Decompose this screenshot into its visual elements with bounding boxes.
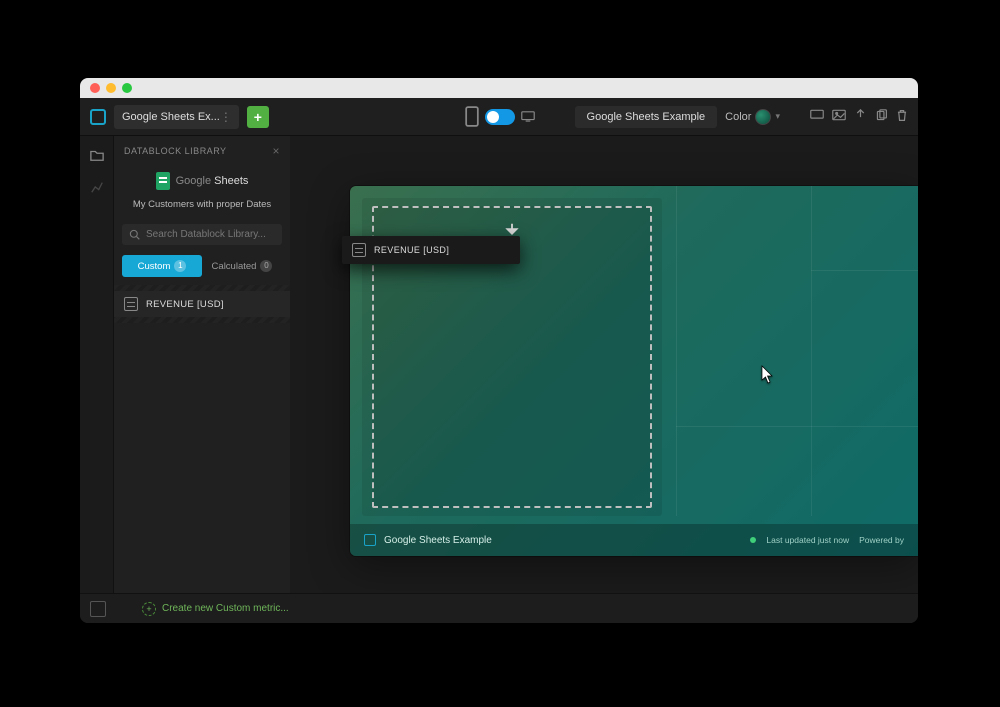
tab-custom[interactable]: Custom 1 [122, 255, 202, 277]
google-sheets-icon [156, 172, 170, 190]
last-updated-label: Last updated just now [766, 535, 849, 545]
color-swatch-icon [755, 109, 771, 125]
dashboard-footer: Google Sheets Example Last updated just … [350, 524, 918, 556]
app-body: DATABLOCK LIBRARY × Google Sheets My Cus… [80, 136, 918, 623]
source-logo: Google Sheets [156, 172, 249, 190]
footer-logo-icon [364, 534, 376, 546]
screen-icon[interactable] [810, 109, 824, 124]
tab-calculated[interactable]: Calculated 0 [202, 255, 282, 277]
mac-minimize-dot[interactable] [106, 83, 116, 93]
color-control[interactable]: Color ▾ [725, 109, 780, 125]
table-icon [124, 297, 138, 311]
panel-close-button[interactable]: × [272, 144, 280, 158]
app-toolbar: Google Sheets Ex... ⋮ + Google Sheets Ex… [80, 98, 918, 136]
create-custom-metric-label: Create new Custom metric... [162, 603, 289, 614]
source-subtitle: My Customers with proper Dates [124, 199, 280, 210]
share-icon[interactable] [854, 109, 867, 125]
device-toggle[interactable] [485, 109, 515, 125]
source-name: Google Sheets [176, 175, 249, 187]
bottom-bar: + Create new Custom metric... [80, 593, 918, 623]
tab-menu-icon[interactable]: ⋮ [220, 110, 231, 124]
powered-by-label: Powered by [859, 535, 904, 545]
metric-item-revenue[interactable]: REVENUE [USD] [114, 291, 290, 317]
mac-close-dot[interactable] [90, 83, 100, 93]
app-logo-icon[interactable] [90, 109, 106, 125]
tab-custom-label: Custom [138, 261, 171, 272]
tab-custom-count: 1 [174, 260, 186, 272]
mac-titlebar [80, 78, 918, 98]
panel-header: DATABLOCK LIBRARY × [114, 136, 290, 166]
metrics-icon[interactable] [88, 178, 106, 196]
left-rail [80, 136, 114, 623]
panel-title: DATABLOCK LIBRARY [124, 146, 227, 156]
image-icon[interactable] [832, 109, 846, 124]
drag-chip[interactable]: REVENUE [USD] [342, 236, 520, 264]
metric-item-label: REVENUE [USD] [146, 299, 224, 310]
mac-zoom-dot[interactable] [122, 83, 132, 93]
copy-icon[interactable] [875, 109, 888, 125]
chevron-down-icon: ▾ [775, 111, 780, 122]
cursor-icon [758, 365, 774, 390]
library-icon[interactable] [88, 146, 106, 164]
search-icon [129, 229, 140, 240]
app-window: Google Sheets Ex... ⋮ + Google Sheets Ex… [80, 78, 918, 623]
plus-icon: + [254, 109, 262, 125]
bottom-left-icon[interactable] [90, 601, 106, 617]
dashboard-grid [676, 186, 918, 516]
drag-chip-label: REVENUE [USD] [374, 245, 449, 255]
desktop-icon[interactable] [521, 110, 535, 124]
add-metric-icon: + [142, 602, 156, 616]
trash-icon[interactable] [896, 109, 908, 125]
device-preview-group [465, 109, 535, 125]
dashboard-footer-title: Google Sheets Example [384, 535, 492, 546]
dashboard-title-field[interactable]: Google Sheets Example [575, 106, 718, 128]
search-input[interactable]: Search Datablock Library... [122, 224, 282, 245]
metric-list: REVENUE [USD] [114, 285, 290, 323]
dashboard-tab-label: Google Sheets Ex... [122, 111, 220, 123]
tab-calculated-count: 0 [260, 260, 272, 272]
source-block: Google Sheets My Customers with proper D… [114, 166, 290, 220]
dashboard-title-label: Google Sheets Example [587, 111, 706, 123]
canvas: Google Sheets Example Last updated just … [290, 136, 918, 623]
search-placeholder: Search Datablock Library... [146, 229, 266, 240]
create-custom-metric-button[interactable]: + Create new Custom metric... [142, 602, 289, 616]
status-dot-icon [750, 537, 756, 543]
add-dashboard-button[interactable]: + [247, 106, 269, 128]
phone-icon[interactable] [465, 110, 479, 124]
dashboard-tab[interactable]: Google Sheets Ex... ⋮ [114, 105, 239, 129]
datablock-library-panel: DATABLOCK LIBRARY × Google Sheets My Cus… [114, 136, 290, 623]
metric-tabs: Custom 1 Calculated 0 [122, 255, 282, 277]
color-label: Color [725, 111, 751, 123]
table-icon [352, 243, 366, 257]
tab-calculated-label: Calculated [212, 261, 257, 272]
